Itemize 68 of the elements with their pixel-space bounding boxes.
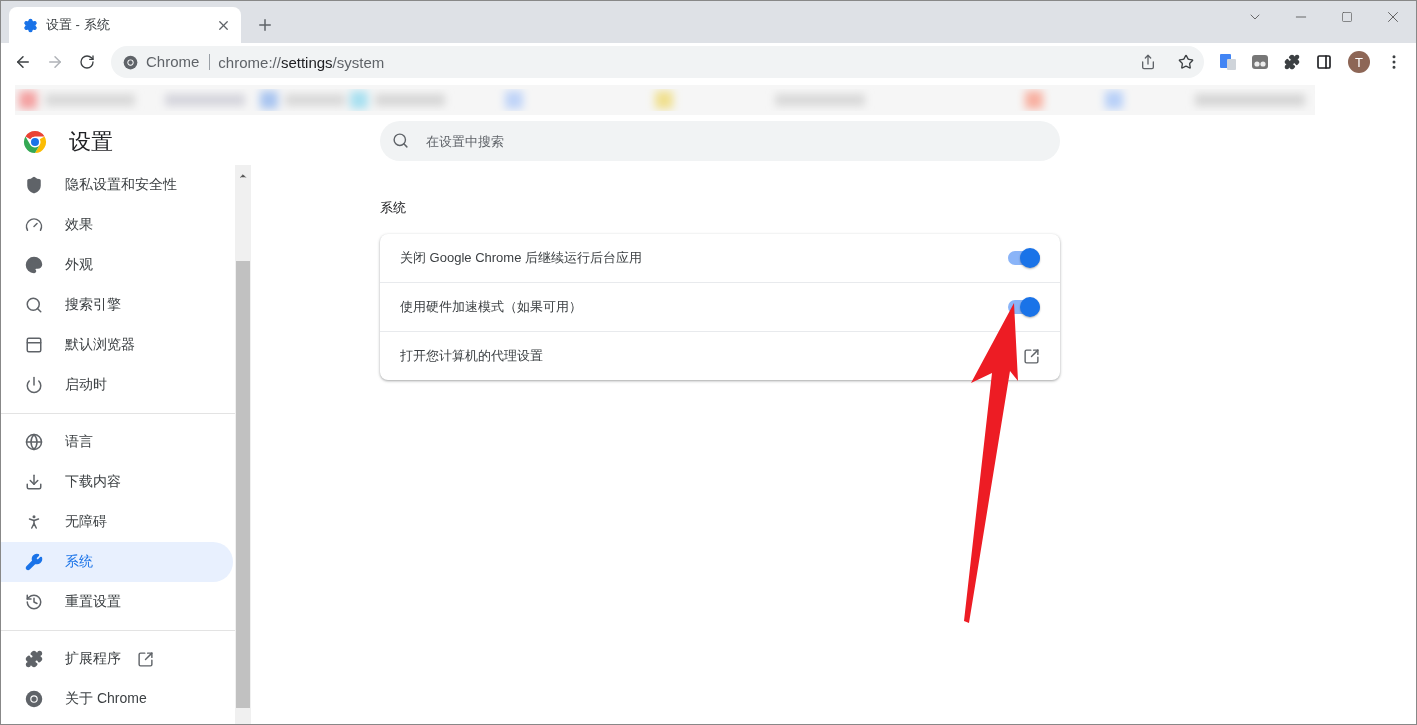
nav-icon xyxy=(25,553,43,571)
new-tab-icon[interactable] xyxy=(256,16,274,34)
tab-title: 设置 - 系统 xyxy=(46,16,111,34)
nav-label: 无障碍 xyxy=(65,513,107,531)
nav-icon xyxy=(25,336,43,354)
nav-item[interactable]: 关于 Chrome xyxy=(1,679,233,719)
nav-label: 系统 xyxy=(65,553,93,571)
setting-label: 打开您计算机的代理设置 xyxy=(400,347,544,365)
nav-item[interactable]: 搜索引擎 xyxy=(1,285,233,325)
scrollbar[interactable] xyxy=(235,165,251,724)
nav-label: 默认浏览器 xyxy=(65,336,135,354)
toggle-switch[interactable] xyxy=(1008,251,1040,265)
nav-icon xyxy=(25,376,43,394)
share-icon[interactable] xyxy=(1140,54,1156,70)
extensions-icon[interactable] xyxy=(1284,54,1300,70)
nav-label: 下载内容 xyxy=(65,473,121,491)
extension-icon[interactable] xyxy=(1252,55,1268,69)
nav-item[interactable]: 重置设置 xyxy=(1,582,233,622)
nav-item[interactable]: 下载内容 xyxy=(1,462,233,502)
nav-label: 扩展程序 xyxy=(65,650,121,668)
nav-label: 外观 xyxy=(65,256,93,274)
nav-label: 启动时 xyxy=(65,376,107,394)
settings-icon xyxy=(23,17,38,33)
nav-label: 重置设置 xyxy=(65,593,121,611)
nav-item[interactable]: 启动时 xyxy=(1,365,233,405)
external-link-icon[interactable] xyxy=(1023,347,1040,365)
scroll-up-icon[interactable] xyxy=(238,171,248,181)
nav-item[interactable]: 效果 xyxy=(1,205,233,245)
nav-item[interactable]: 扩展程序 xyxy=(1,639,233,679)
nav-icon xyxy=(25,593,43,611)
translate-icon[interactable] xyxy=(1219,53,1237,71)
chrome-logo-icon xyxy=(23,130,47,154)
nav-item[interactable]: 语言 xyxy=(1,422,233,462)
nav-icon xyxy=(25,296,43,314)
setting-label: 使用硬件加速模式（如果可用） xyxy=(400,298,583,316)
nav-icon xyxy=(25,256,43,274)
setting-label: 关闭 Google Chrome 后继续运行后台应用 xyxy=(400,249,643,267)
chrome-icon xyxy=(123,54,138,70)
nav-label: 效果 xyxy=(65,216,93,234)
nav-item[interactable]: 隐私设置和安全性 xyxy=(1,165,233,205)
nav-item[interactable]: 默认浏览器 xyxy=(1,325,233,365)
search-field[interactable]: 在设置中搜索 xyxy=(380,121,1060,161)
nav-label: 隐私设置和安全性 xyxy=(65,176,177,194)
address-bar[interactable]: Chrome chrome://settings/system xyxy=(111,46,1204,78)
nav-item[interactable]: 外观 xyxy=(1,245,233,285)
reload-icon[interactable] xyxy=(79,54,95,70)
nav-icon xyxy=(25,216,43,234)
nav-icon xyxy=(25,650,43,668)
nav-label: 关于 Chrome xyxy=(65,690,147,708)
url-text: chrome://settings/system xyxy=(218,53,386,71)
bookmark-star-icon[interactable] xyxy=(1178,54,1194,70)
profile-avatar[interactable]: T xyxy=(1348,51,1370,73)
site-label: Chrome xyxy=(146,54,211,70)
chrome-icon xyxy=(25,690,43,708)
nav-icon xyxy=(25,433,43,451)
section-title: 系统 xyxy=(380,199,407,217)
nav-item[interactable]: 无障碍 xyxy=(1,502,233,542)
back-icon[interactable] xyxy=(14,53,32,71)
nav-item[interactable]: 系统 xyxy=(1,542,233,582)
settings-title: 设置 xyxy=(69,128,113,156)
search-icon xyxy=(392,132,409,149)
nav-icon xyxy=(25,473,43,491)
nav-label: 语言 xyxy=(65,433,93,451)
browser-tab[interactable]: 设置 - 系统 xyxy=(9,7,241,43)
nav-label: 搜索引擎 xyxy=(65,296,121,314)
side-panel-icon[interactable] xyxy=(1316,54,1332,70)
nav-icon xyxy=(25,176,43,194)
maximize-icon[interactable] xyxy=(1341,11,1353,23)
